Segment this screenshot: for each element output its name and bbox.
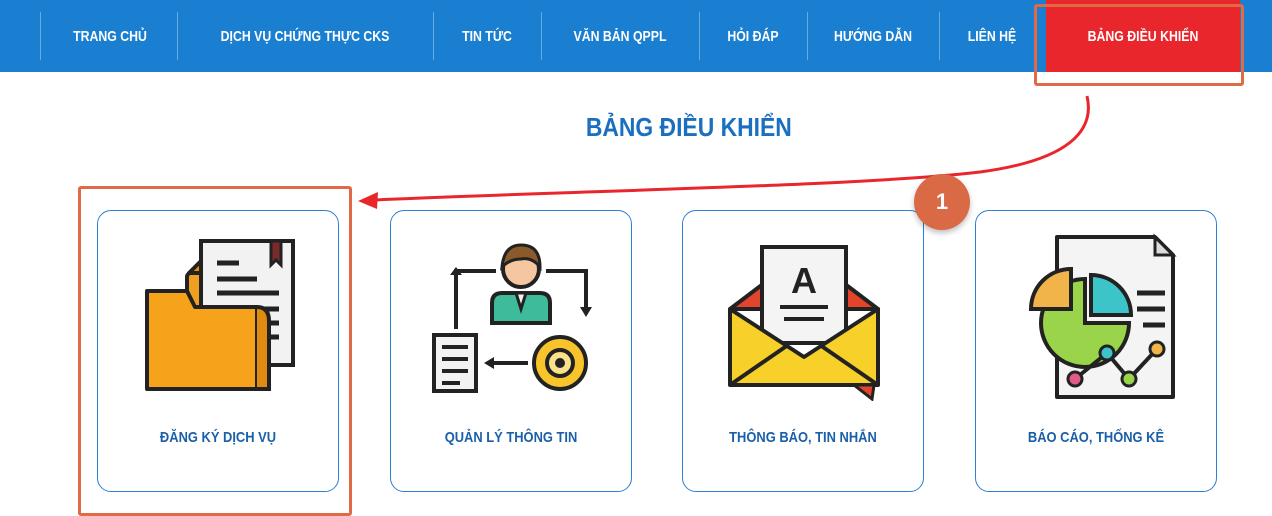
nav-item-cks-services[interactable]: DỊCH VỤ CHỨNG THỰC CKS (201, 0, 409, 72)
nav-separator (541, 12, 542, 60)
card-label: QUẢN LÝ THÔNG TIN (444, 429, 578, 446)
nav-separator (433, 12, 434, 60)
step-number-badge: 1 (914, 174, 970, 230)
card-label: BÁO CÁO, THỐNG KÊ (1027, 429, 1165, 446)
report-chart-icon (1028, 233, 1177, 399)
card-label: THÔNG BÁO, TIN NHẮN (729, 429, 877, 446)
nav-separator (40, 12, 41, 60)
user-management-icon (432, 243, 592, 393)
svg-text:A: A (791, 260, 817, 301)
nav-separator (699, 12, 700, 60)
card-information-management[interactable]: QUẢN LÝ THÔNG TIN (390, 210, 632, 492)
nav-item-legal-documents[interactable]: VĂN BẢN QPPL (556, 0, 684, 72)
nav-separator (807, 12, 808, 60)
annotation-highlight-nav (1034, 4, 1244, 86)
nav-item-contact[interactable]: LIÊN HỆ (949, 0, 1034, 72)
page-title: BẢNG ĐIỀU KHIỂN (585, 112, 792, 142)
nav-item-guide[interactable]: HƯỚNG DẪN (820, 0, 927, 72)
annotation-highlight-card (78, 186, 352, 516)
card-notifications-messages[interactable]: A THÔNG BÁO, TIN NHẮN (682, 210, 924, 492)
card-reports-statistics[interactable]: BÁO CÁO, THỐNG KÊ (975, 210, 1217, 492)
nav-separator (177, 12, 178, 60)
nav-item-news[interactable]: TIN TỨC (444, 0, 531, 72)
nav-item-home[interactable]: TRANG CHỦ (56, 0, 164, 72)
nav-separator (939, 12, 940, 60)
nav-item-faq[interactable]: HỎI ĐÁP (710, 0, 797, 72)
envelope-letter-icon: A (728, 245, 880, 401)
